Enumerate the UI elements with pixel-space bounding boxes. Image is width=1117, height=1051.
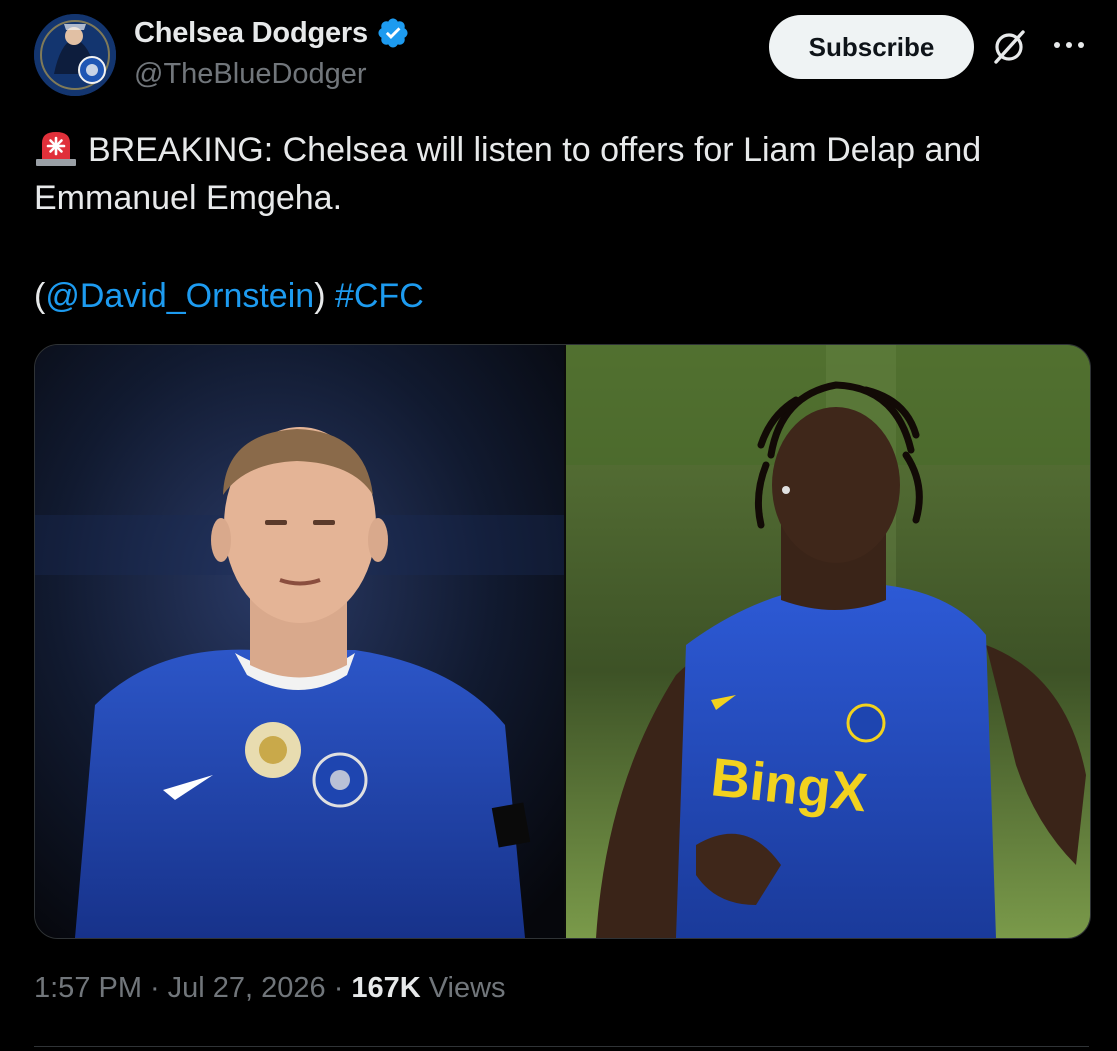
tweet-media[interactable]: BingX — [34, 344, 1091, 939]
views-count: 167K — [351, 972, 421, 1004]
mention-link[interactable]: @David_Ornstein — [45, 277, 314, 315]
author-handle[interactable]: @TheBlueDodger — [134, 58, 367, 91]
views-label: Views — [428, 972, 506, 1004]
author-avatar[interactable] — [34, 14, 116, 96]
more-icon[interactable] — [1052, 38, 1086, 52]
player-photo-left — [35, 345, 564, 938]
grok-icon[interactable] — [990, 28, 1028, 66]
tweet-meta: 1:57 PM · Jul 27, 2026 · 167K Views — [34, 972, 506, 1005]
rotating-light-icon — [36, 132, 76, 166]
tweet-text-line-1: BREAKING: Chelsea will listen to offers … — [34, 126, 1074, 174]
tweet-card: Chelsea Dodgers @TheBlueDodger Subscribe — [0, 0, 1117, 1051]
player-photo-right: BingX — [566, 345, 1090, 938]
meta-separator: · — [150, 972, 160, 1004]
verified-badge-icon[interactable] — [376, 16, 410, 50]
tweet-text-line-3: (@David_Ornstein) #CFC — [34, 272, 1074, 320]
tweet-time[interactable]: 1:57 PM — [34, 972, 142, 1005]
tweet-text-line-2: Emmanuel Emgeha. — [34, 179, 343, 217]
hashtag-link[interactable]: #CFC — [335, 277, 424, 315]
chelsea-crest-avatar-icon — [34, 14, 116, 96]
paren-open: ( — [34, 277, 46, 315]
media-photo-right[interactable]: BingX — [566, 345, 1090, 938]
meta-separator: · — [333, 972, 344, 1004]
author-display-name[interactable]: Chelsea Dodgers — [134, 17, 368, 50]
tweet-text: BREAKING: Chelsea will listen to offers … — [34, 126, 1074, 320]
author-name-row: Chelsea Dodgers — [134, 16, 410, 50]
tweet-headline: BREAKING: Chelsea will listen to offers … — [88, 131, 982, 169]
media-photo-left[interactable] — [35, 345, 564, 938]
bottom-divider — [34, 1046, 1089, 1047]
tweet-date[interactable]: Jul 27, 2026 — [168, 972, 326, 1005]
paren-close: ) — [314, 277, 326, 315]
subscribe-button[interactable]: Subscribe — [769, 15, 974, 79]
